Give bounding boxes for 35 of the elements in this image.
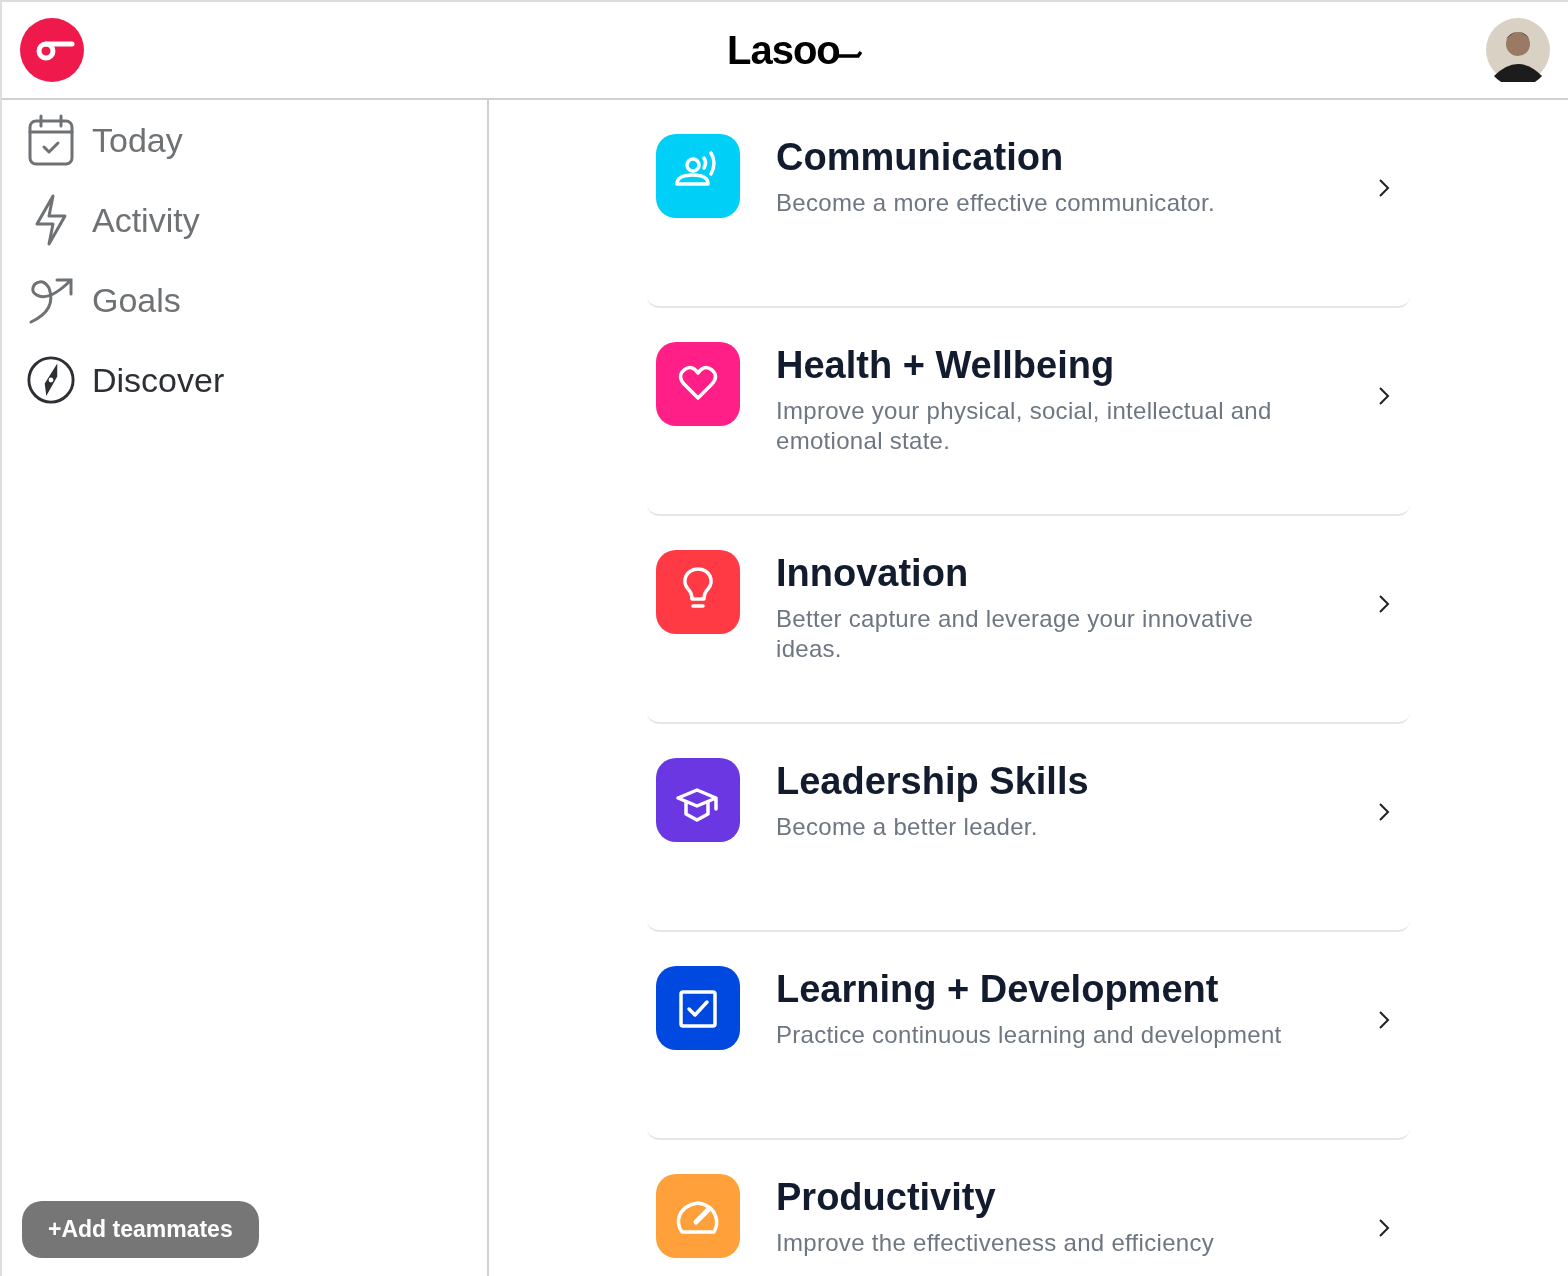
sidebar-item[interactable]: Discover [22,354,229,406]
chevron-right-icon [1378,594,1390,614]
category-description: Better capture and leverage your innovative ideas. [776,604,1255,664]
category-card[interactable]: Innovation Better capture and leverage your innovative ideas. [647,516,1410,724]
sidebar-item[interactable]: Activity [22,194,204,246]
sidebar-item[interactable]: Goals [22,274,185,326]
category-description: Improve the effectiveness and efficiency [776,1228,1216,1258]
category-card[interactable]: Leadership Skills Become a better leader. [647,724,1410,932]
chevron-right-icon [1378,802,1390,822]
brand-logo: Lasoo [727,30,840,70]
sidebar-item[interactable]: Today [22,114,187,166]
category-description: Become a more effective communicator. [776,188,1216,218]
category-card[interactable]: Health + Wellbeing Improve your physical, social, intellectual and emotional state. [647,308,1410,516]
category-description: Practice continuous learning and development [776,1020,1283,1050]
category-card[interactable]: Learning + Development Practice continuous learning and development [647,932,1410,1140]
user-avatar[interactable] [1486,18,1550,82]
category-description: Improve your physical, social, intellectual and emotional state. [776,396,1273,456]
category-title: Productivity [776,1175,997,1220]
chevron-right-icon [1378,1218,1390,1238]
category-title: Innovation [776,551,970,596]
category-title: Leadership Skills [776,759,1090,804]
logo-tail-icon [837,50,862,58]
category-description: Become a better leader. [776,812,1039,842]
calendar-icon [26,114,76,166]
category-title: Learning + Development [776,967,1220,1012]
add-teammates-button[interactable]: +Add teammates [22,1201,259,1258]
category-title: Health + Wellbeing [776,343,1116,388]
app-logo-icon[interactable] [20,18,84,82]
category-card[interactable]: Communication Become a more effective communicator. [647,100,1410,308]
chevron-right-icon [1378,1010,1390,1030]
compass-icon [26,354,76,406]
category-title: Communication [776,135,1065,180]
chevron-right-icon [1378,178,1390,198]
category-card[interactable]: Productivity Improve the effectiveness and efficiency [647,1140,1410,1276]
chevron-right-icon [1378,386,1390,406]
